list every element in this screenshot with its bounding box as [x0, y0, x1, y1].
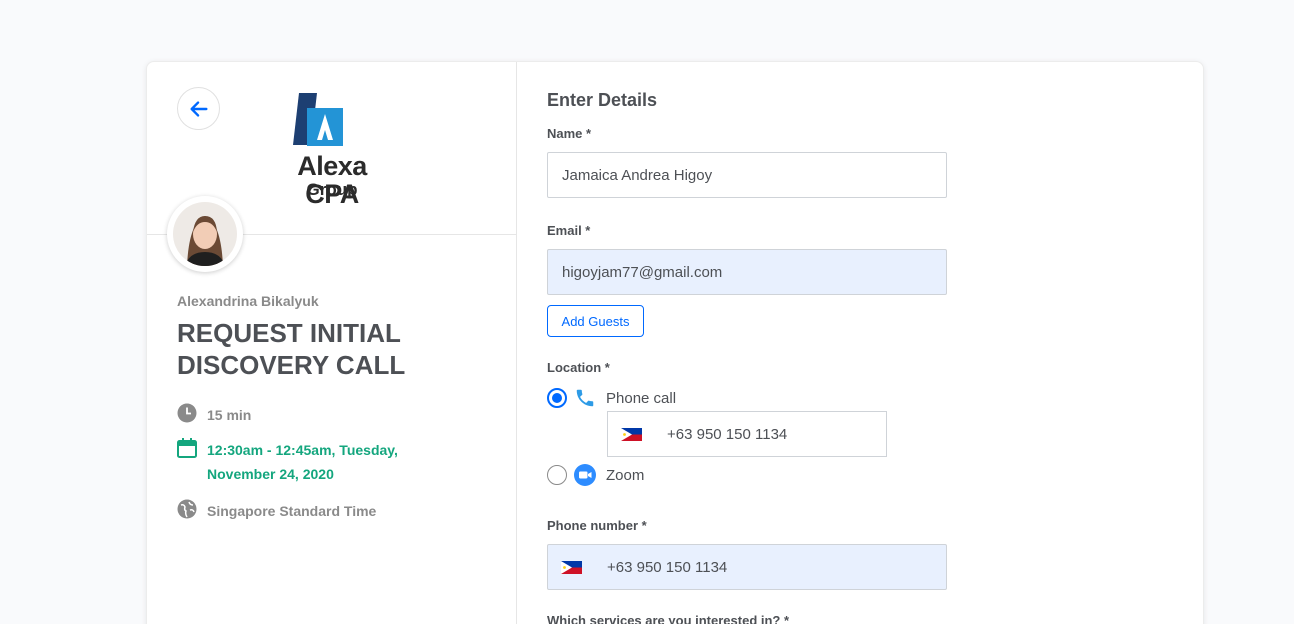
event-info-panel: Alexa CPA Group Alexandrina Bikalyuk REQ…	[147, 62, 517, 624]
phone-number-field[interactable]: +63 950 150 1134	[547, 544, 947, 590]
phone-call-radio[interactable]	[547, 388, 567, 408]
clock-icon	[177, 403, 207, 423]
globe-icon	[177, 499, 207, 519]
location-option-phone[interactable]: Phone call	[547, 386, 676, 410]
ph-flag-icon	[561, 560, 582, 574]
name-label: Name *	[547, 126, 592, 141]
zoom-icon	[573, 463, 597, 487]
ph-flag-icon	[621, 427, 642, 441]
datetime-text: 12:30am - 12:45am, Tuesday, November 24,…	[207, 442, 398, 482]
phone-number-value: +63 950 150 1134	[607, 558, 728, 576]
location-option-zoom[interactable]: Zoom	[547, 463, 644, 487]
phone-icon	[573, 386, 597, 410]
location-phone-value: +63 950 150 1134	[667, 425, 788, 443]
booking-card: Alexa CPA Group Alexandrina Bikalyuk REQ…	[146, 61, 1204, 624]
add-guests-button[interactable]: Add Guests	[547, 305, 644, 337]
avatar	[167, 196, 243, 272]
company-logo: Alexa CPA Group	[267, 90, 397, 208]
duration-row: 15 min	[177, 403, 251, 427]
zoom-label: Zoom	[606, 466, 645, 484]
back-button[interactable]	[177, 87, 220, 130]
location-phone-input[interactable]: +63 950 150 1134	[607, 411, 887, 457]
organizer-name: Alexandrina Bikalyuk	[177, 293, 319, 309]
form-heading: Enter Details	[547, 90, 658, 110]
logo-subtext: Group	[306, 180, 358, 199]
services-label: Which services are you interested in? *	[547, 613, 790, 624]
timezone-row: Singapore Standard Time	[177, 499, 376, 523]
timezone-text: Singapore Standard Time	[207, 503, 377, 519]
details-form: Enter Details Name * Jamaica Andrea Higo…	[517, 62, 1203, 624]
arrow-left-icon	[189, 100, 208, 117]
calendar-icon	[177, 438, 207, 458]
event-title: REQUEST INITIAL DISCOVERY CALL	[177, 318, 406, 380]
email-label: Email *	[547, 223, 591, 238]
zoom-radio[interactable]	[547, 465, 567, 485]
phone-call-label: Phone call	[606, 389, 677, 407]
email-field[interactable]: higoyjam77@gmail.com	[547, 249, 947, 295]
location-label: Location *	[547, 360, 610, 375]
datetime-row: 12:30am - 12:45am, Tuesday, November 24,…	[177, 438, 447, 486]
name-field[interactable]: Jamaica Andrea Higoy	[547, 152, 947, 198]
phone-number-label: Phone number *	[547, 518, 647, 533]
duration-text: 15 min	[207, 407, 252, 423]
